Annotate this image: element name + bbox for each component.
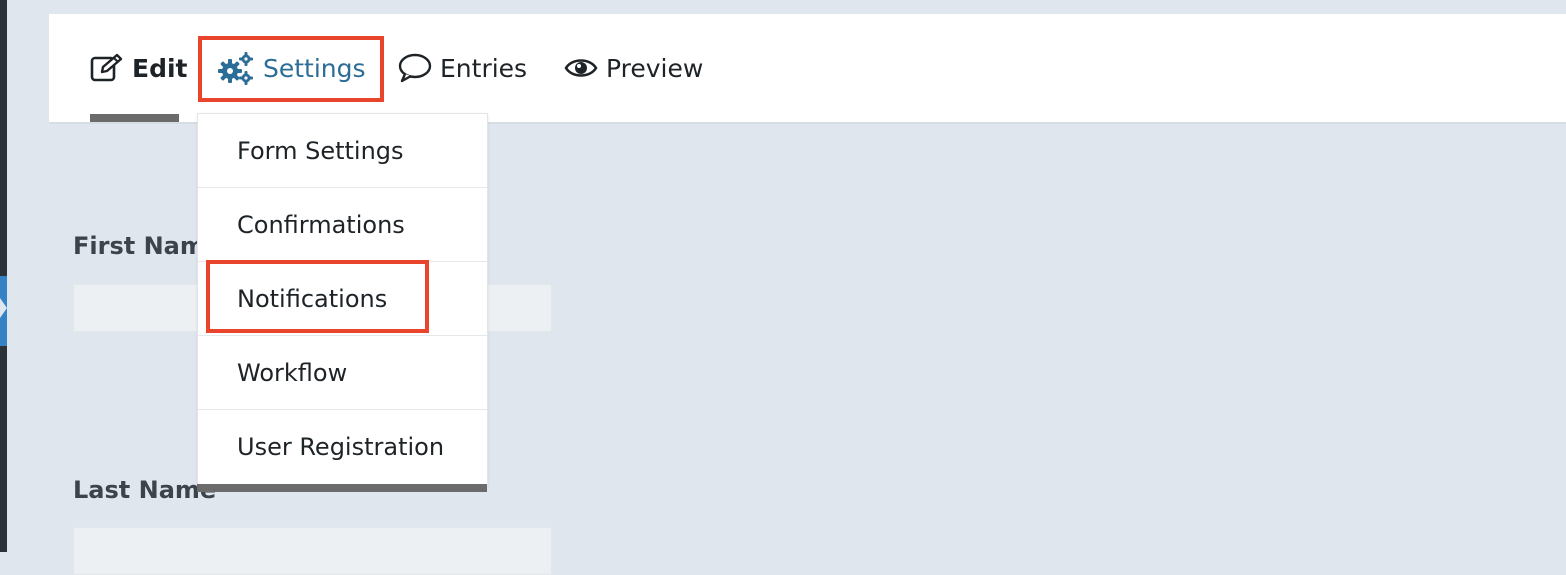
active-tab-indicator [90, 114, 179, 122]
tab-entries[interactable]: Entries [398, 14, 527, 122]
menu-item-confirmations[interactable]: Confirmations [198, 188, 487, 262]
tab-entries-label: Entries [440, 53, 528, 83]
menu-item-user-registration[interactable]: User Registration [198, 410, 487, 484]
admin-sidebar-current-arrow [0, 298, 7, 318]
eye-icon [564, 55, 598, 81]
last-name-input[interactable] [73, 527, 552, 575]
tab-edit[interactable]: Edit [90, 14, 188, 122]
tab-preview-label: Preview [606, 53, 704, 83]
notifications-highlight-box [206, 260, 429, 333]
settings-highlight-box [198, 36, 384, 102]
dropdown-bottom-bar [197, 484, 487, 492]
comment-icon [398, 53, 432, 83]
edit-icon [90, 53, 124, 83]
menu-item-form-settings[interactable]: Form Settings [198, 114, 487, 188]
tab-preview[interactable]: Preview [564, 14, 703, 122]
tab-edit-label: Edit [132, 53, 188, 83]
menu-item-workflow[interactable]: Workflow [198, 336, 487, 410]
